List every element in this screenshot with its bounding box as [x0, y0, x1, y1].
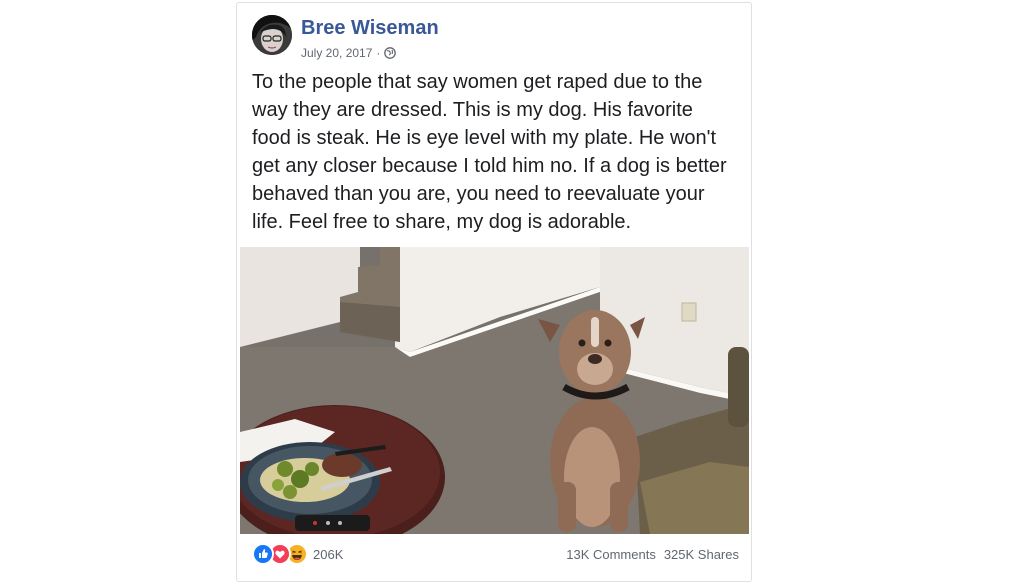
reactions-summary[interactable]: 206K: [252, 543, 343, 565]
dog-photo-image: [240, 247, 749, 534]
like-icon: [252, 543, 274, 565]
post-meta: July 20, 2017 ·: [301, 46, 397, 60]
shares-count[interactable]: 325K Shares: [664, 547, 739, 562]
post-text: To the people that say women get raped d…: [252, 71, 727, 233]
post-card: Bree Wiseman July 20, 2017 · To the peop…: [236, 2, 752, 582]
meta-separator: ·: [376, 46, 381, 60]
post-photo[interactable]: [240, 247, 749, 534]
comments-count[interactable]: 13K Comments: [566, 547, 656, 562]
reaction-count[interactable]: 206K: [313, 547, 343, 562]
post-footer: 206K 13K Comments 325K Shares: [252, 542, 739, 566]
author-name[interactable]: Bree Wiseman: [301, 17, 439, 40]
author-avatar[interactable]: [252, 15, 292, 55]
engagement-stats: 13K Comments 325K Shares: [566, 547, 739, 562]
avatar-image: [252, 15, 292, 55]
globe-icon[interactable]: [384, 47, 397, 59]
post-date[interactable]: July 20, 2017: [301, 46, 372, 60]
